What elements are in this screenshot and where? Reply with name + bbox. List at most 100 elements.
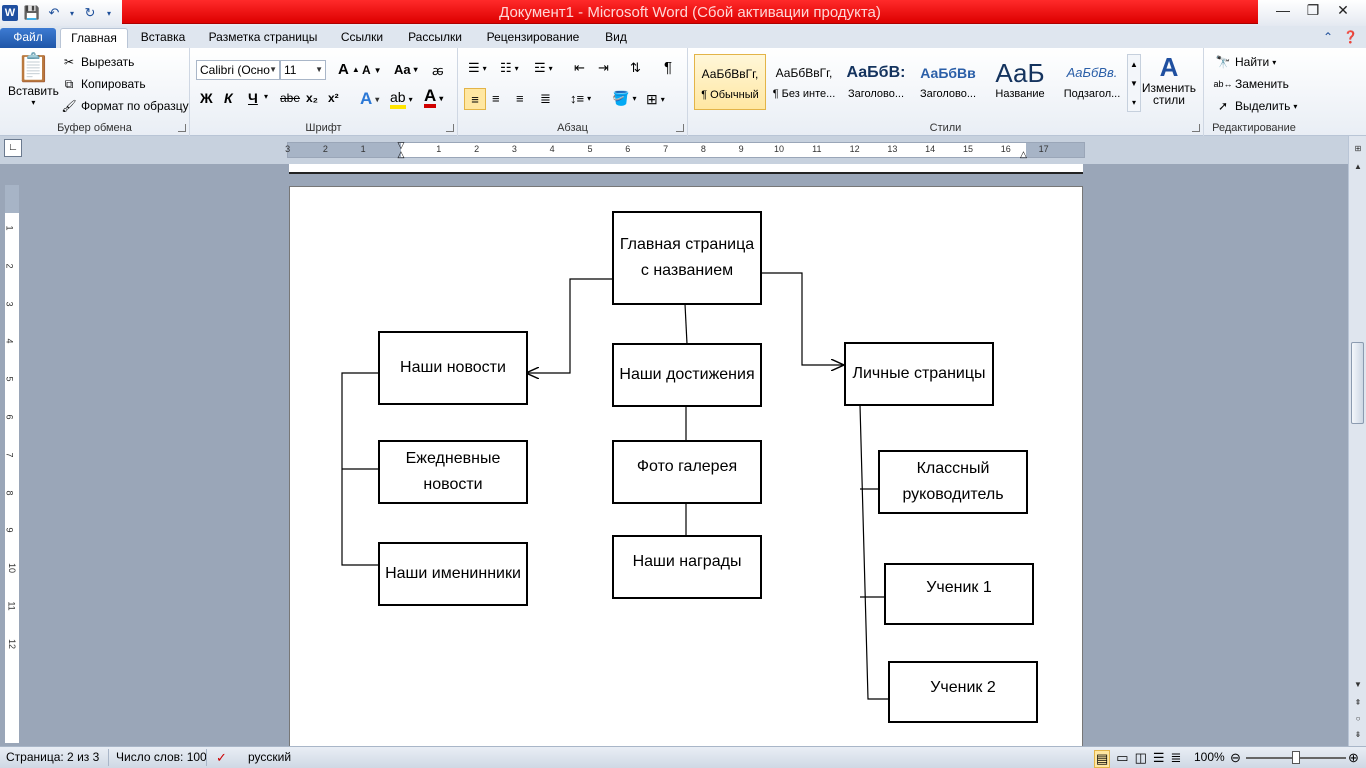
browse-object-icon[interactable]: ○ <box>1351 712 1365 726</box>
style-title[interactable]: АаБ Название <box>984 54 1056 110</box>
undo-icon[interactable]: ↶ <box>46 5 62 21</box>
text-effects-icon[interactable]: A ▾ <box>360 89 379 109</box>
node-main-page[interactable]: Главная страница с названием <box>612 211 762 305</box>
tab-mailings[interactable]: Рассылки <box>398 28 472 48</box>
styles-gallery-scroll[interactable]: ▲ ▼ ▾ <box>1127 54 1141 112</box>
vertical-scrollbar[interactable]: ⊞ ▲ ▼ ⇞ ○ ⇟ <box>1348 136 1366 746</box>
paste-button[interactable]: 📋 Вставить ▾ <box>8 52 59 107</box>
close-icon[interactable]: ✕ <box>1328 0 1358 20</box>
horizontal-ruler[interactable]: 3 2 1 1 2 3 4 5 6 7 8 9 10 11 12 13 14 15 16 17 ▽ △ △ <box>285 141 1085 160</box>
proofing-icon[interactable]: ✓ <box>216 750 227 766</box>
page-count[interactable]: Страница: 2 из 3 <box>6 750 99 764</box>
style-heading-1[interactable]: АаБбВ: Заголово... <box>840 54 912 110</box>
indent-marker-icon[interactable]: ▽ △ <box>396 141 406 159</box>
grow-font-button[interactable]: A ▲ <box>338 61 360 78</box>
styles-dialog-launcher[interactable] <box>1192 124 1200 132</box>
find-button[interactable]: 🔭 Найти ▾ <box>1214 53 1277 71</box>
strikethrough-button[interactable]: abe <box>280 91 300 105</box>
superscript-button[interactable]: x² <box>328 91 339 105</box>
ruler-toggle-icon[interactable]: ⊞ <box>1351 142 1365 156</box>
tab-selector-icon[interactable]: ∟ <box>4 139 22 157</box>
change-styles-button[interactable]: A Изменить стили <box>1140 52 1198 106</box>
font-dialog-launcher[interactable] <box>446 124 454 132</box>
style-no-spacing[interactable]: АаБбВвГг, ¶ Без инте... <box>768 54 840 110</box>
print-layout-icon[interactable]: ▤ <box>1094 750 1111 768</box>
zoom-out-icon[interactable]: ⊖ <box>1230 750 1241 766</box>
cut-button[interactable]: ✂ Вырезать <box>60 53 134 71</box>
style-subtitle[interactable]: АаБбВв. Подзагол... <box>1056 54 1128 110</box>
underline-button[interactable]: Ч <box>248 90 258 106</box>
word-count[interactable]: Число слов: 100 <box>116 750 207 764</box>
tab-view[interactable]: Вид <box>596 28 636 48</box>
bullets-icon[interactable]: ☰ ▾ <box>468 60 487 76</box>
word-app-icon[interactable]: W <box>2 5 18 21</box>
tab-file[interactable]: Файл <box>0 28 56 48</box>
font-size-combo[interactable]: 11 ▼ <box>280 60 326 80</box>
show-marks-icon[interactable]: ¶ <box>664 59 672 76</box>
format-painter-button[interactable]: 🖌 Формат по образцу <box>60 97 188 115</box>
draft-icon[interactable]: ≣ <box>1171 750 1182 768</box>
restore-icon[interactable]: ❐ <box>1298 0 1328 20</box>
node-class-teacher[interactable]: Классный руководитель <box>878 450 1028 514</box>
tab-review[interactable]: Рецензирование <box>478 28 588 48</box>
minimize-ribbon-icon[interactable]: ⌃ <box>1323 30 1333 44</box>
underline-dropdown-icon[interactable]: ▾ <box>264 92 268 101</box>
next-page-icon[interactable]: ⇟ <box>1351 728 1365 742</box>
numbering-icon[interactable]: ☷ ▾ <box>500 60 519 76</box>
clear-formatting-icon[interactable]: ꬱ <box>432 61 444 79</box>
redo-icon[interactable]: ↻ <box>82 5 98 21</box>
bold-button[interactable]: Ж <box>200 90 213 106</box>
minimize-icon[interactable]: — <box>1268 0 1298 20</box>
node-student-2[interactable]: Ученик 2 <box>888 661 1038 723</box>
scroll-down-icon[interactable]: ▼ <box>1351 678 1365 692</box>
node-awards[interactable]: Наши награды <box>612 535 762 599</box>
decrease-indent-icon[interactable]: ⇤ <box>574 60 585 76</box>
node-birthdays[interactable]: Наши именинники <box>378 542 528 606</box>
full-screen-reading-icon[interactable]: ▭ <box>1116 750 1128 768</box>
paragraph-dialog-launcher[interactable] <box>676 124 684 132</box>
tab-insert[interactable]: Вставка <box>132 28 194 48</box>
italic-button[interactable]: К <box>224 90 233 106</box>
scroll-up-icon[interactable]: ▲ <box>1351 160 1365 174</box>
font-name-combo[interactable]: Calibri (Осно ▼ <box>196 60 280 80</box>
shrink-font-button[interactable]: A ▼ <box>362 63 382 77</box>
subscript-button[interactable]: x₂ <box>306 91 318 105</box>
zoom-slider-thumb[interactable] <box>1292 751 1300 764</box>
node-achievements[interactable]: Наши достижения <box>612 343 762 407</box>
tab-home[interactable]: Главная <box>60 28 128 48</box>
replace-button[interactable]: ab↔ Заменить <box>1214 75 1289 93</box>
style-normal[interactable]: АаБбВвГг, ¶ Обычный <box>694 54 766 110</box>
help-icon[interactable]: ❓ <box>1343 30 1358 44</box>
scrollbar-thumb[interactable] <box>1351 342 1364 424</box>
copy-button[interactable]: ⧉ Копировать <box>60 75 146 93</box>
font-color-icon[interactable]: A ▾ <box>424 87 443 108</box>
right-indent-marker-icon[interactable]: △ <box>1020 149 1027 160</box>
increase-indent-icon[interactable]: ⇥ <box>598 60 609 76</box>
previous-page-icon[interactable]: ⇞ <box>1351 696 1365 710</box>
sort-icon[interactable]: ⇅ <box>630 60 641 76</box>
undo-dropdown-icon[interactable]: ▾ <box>68 5 76 21</box>
zoom-level[interactable]: 100% <box>1194 750 1225 764</box>
shading-icon[interactable]: 🪣 ▾ <box>612 90 636 107</box>
align-left-icon[interactable]: ≡ <box>464 88 486 110</box>
tab-references[interactable]: Ссылки <box>334 28 390 48</box>
clipboard-dialog-launcher[interactable] <box>178 124 186 132</box>
borders-icon[interactable]: ⊞ ▾ <box>646 91 665 108</box>
node-daily-news[interactable]: Ежедневные новости <box>378 440 528 504</box>
web-layout-icon[interactable]: ◫ <box>1135 750 1147 768</box>
save-icon[interactable]: 💾 <box>24 5 40 21</box>
node-student-1[interactable]: Ученик 1 <box>884 563 1034 625</box>
zoom-in-icon[interactable]: ⊕ <box>1348 750 1359 766</box>
customize-qat-icon[interactable]: ▾ <box>104 5 114 21</box>
node-photo-gallery[interactable]: Фото галерея <box>612 440 762 504</box>
vertical-ruler[interactable]: 1 2 3 4 5 6 7 8 9 10 11 12 <box>4 184 20 744</box>
line-spacing-icon[interactable]: ↕≡ ▾ <box>570 91 591 106</box>
justify-icon[interactable]: ≣ <box>540 91 551 107</box>
node-our-news[interactable]: Наши новости <box>378 331 528 405</box>
change-case-button[interactable]: Aa ▾ <box>394 62 418 77</box>
outline-icon[interactable]: ☰ <box>1153 750 1165 768</box>
node-personal-pages[interactable]: Личные страницы <box>844 342 994 406</box>
multilevel-list-icon[interactable]: ☲ ▾ <box>534 60 553 76</box>
language-indicator[interactable]: русский <box>248 750 291 764</box>
document-page[interactable]: Главная страница с названием Наши новост… <box>289 186 1083 746</box>
